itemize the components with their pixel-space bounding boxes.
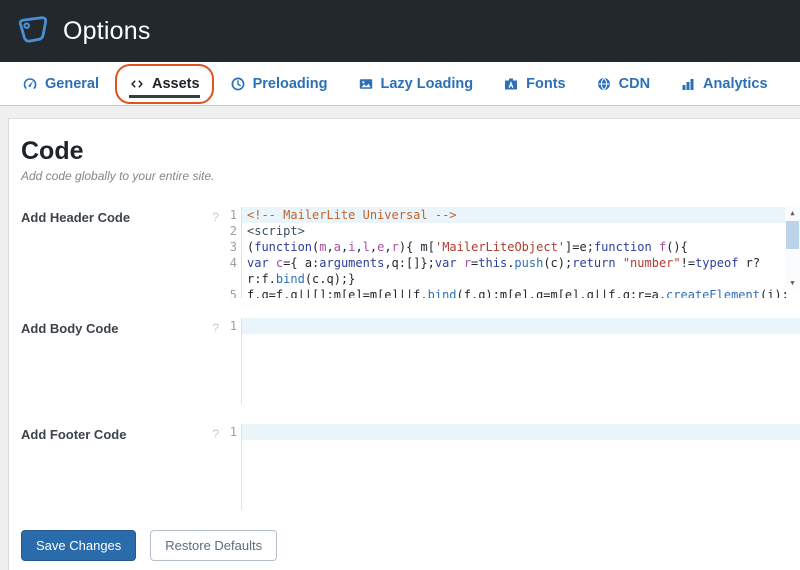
help-icon[interactable]: ? — [212, 321, 221, 335]
tab-lazy-loading[interactable]: Lazy Loading — [346, 67, 486, 101]
line-number — [223, 271, 241, 287]
tab-preloading[interactable]: Preloading — [218, 67, 340, 101]
code-line: r:f.bind(c.q);} — [242, 271, 800, 287]
save-changes-button[interactable]: Save Changes — [21, 530, 136, 561]
tab-label: Preloading — [253, 76, 328, 92]
code-line — [242, 318, 800, 334]
tab-fonts[interactable]: Fonts — [491, 67, 577, 101]
tab-analytics[interactable]: Analytics — [668, 67, 779, 101]
tab-label: CDN — [619, 76, 650, 92]
line-number: 4 — [223, 255, 241, 271]
editor-scrollbar[interactable]: ▲▼ — [785, 207, 800, 289]
code-icon — [129, 76, 145, 92]
code-line: <!-- MailerLite Universal --> — [242, 207, 800, 223]
line-number: 1 — [223, 318, 241, 334]
field-label: Add Body Code — [21, 321, 119, 336]
scroll-up-button[interactable]: ▲ — [785, 207, 800, 219]
scrollbar-track[interactable] — [785, 219, 800, 277]
options-panel: Code Add code globally to your entire si… — [8, 118, 800, 570]
field-row-body: Add Body Code?1 — [9, 318, 800, 404]
line-number: 3 — [223, 239, 241, 255]
code-line: (function(m,a,i,l,e,r){ m['MailerLiteObj… — [242, 239, 800, 255]
footer-code-editor[interactable]: 1 — [223, 424, 800, 510]
tab-label: Lazy Loading — [381, 76, 474, 92]
line-number-gutter: 1234 5 — [223, 207, 242, 298]
restore-defaults-button[interactable]: Restore Defaults — [150, 530, 277, 561]
bar-chart-icon — [680, 76, 696, 92]
section-title: Code — [21, 137, 788, 166]
scroll-down-button[interactable]: ▼ — [785, 277, 800, 289]
code-area[interactable] — [242, 424, 800, 510]
field-label-column: Add Footer Code? — [9, 424, 223, 442]
code-line: <script> — [242, 223, 800, 239]
speedometer-icon — [22, 76, 38, 92]
section-header: Code Add code globally to your entire si… — [9, 131, 800, 183]
section-subtitle: Add code globally to your entire site. — [21, 169, 788, 183]
tab-cdn[interactable]: CDN — [584, 67, 662, 101]
code-fields: Add Header Code?12345<!-- MailerLite Uni… — [9, 207, 800, 510]
top-bar: Options — [0, 0, 800, 62]
code-area[interactable]: <!-- MailerLite Universal --><script>(fu… — [242, 207, 800, 298]
tab-label: Assets — [152, 76, 200, 92]
line-number-gutter: 1 — [223, 424, 242, 510]
line-number: 5 — [223, 287, 241, 298]
help-icon[interactable]: ? — [212, 210, 221, 224]
tab-label: General — [45, 76, 99, 92]
body-code-editor[interactable]: 1 — [223, 318, 800, 404]
tab-general[interactable]: General — [10, 67, 111, 101]
field-label: Add Footer Code — [21, 427, 126, 442]
field-label: Add Header Code — [21, 210, 130, 225]
line-number: 1 — [223, 424, 241, 440]
line-number: 1 — [223, 207, 241, 223]
code-area[interactable] — [242, 318, 800, 404]
field-label-column: Add Body Code? — [9, 318, 223, 336]
tab-label: Analytics — [703, 76, 767, 92]
field-row-header: Add Header Code?12345<!-- MailerLite Uni… — [9, 207, 800, 298]
field-label-column: Add Header Code? — [9, 207, 223, 225]
line-number-gutter: 1 — [223, 318, 242, 404]
font-case-icon — [503, 76, 519, 92]
plugin-logo-icon — [15, 14, 49, 48]
header-code-editor[interactable]: 12345<!-- MailerLite Universal --><scrip… — [223, 207, 800, 298]
scrollbar-thumb[interactable] — [786, 221, 799, 249]
field-row-footer: Add Footer Code?1 — [9, 424, 800, 510]
image-icon — [358, 76, 374, 92]
code-line: var c={ a:arguments,q:[]};var r=this.pus… — [242, 255, 800, 271]
code-line — [242, 424, 800, 440]
help-icon[interactable]: ? — [212, 427, 221, 441]
tabs: General Assets Preloading Lazy Loading Fonts… — [0, 62, 800, 106]
tab-label: Fonts — [526, 76, 565, 92]
tab-assets[interactable]: Assets — [117, 67, 212, 101]
globe-icon — [596, 76, 612, 92]
clock-icon — [230, 76, 246, 92]
line-number: 2 — [223, 223, 241, 239]
code-line: f.q=f.q||[];m[e]=m[e]||f.bind(f.q);m[e].… — [242, 287, 800, 298]
form-actions: Save Changes Restore Defaults — [9, 530, 800, 561]
page-title: Options — [63, 17, 151, 46]
